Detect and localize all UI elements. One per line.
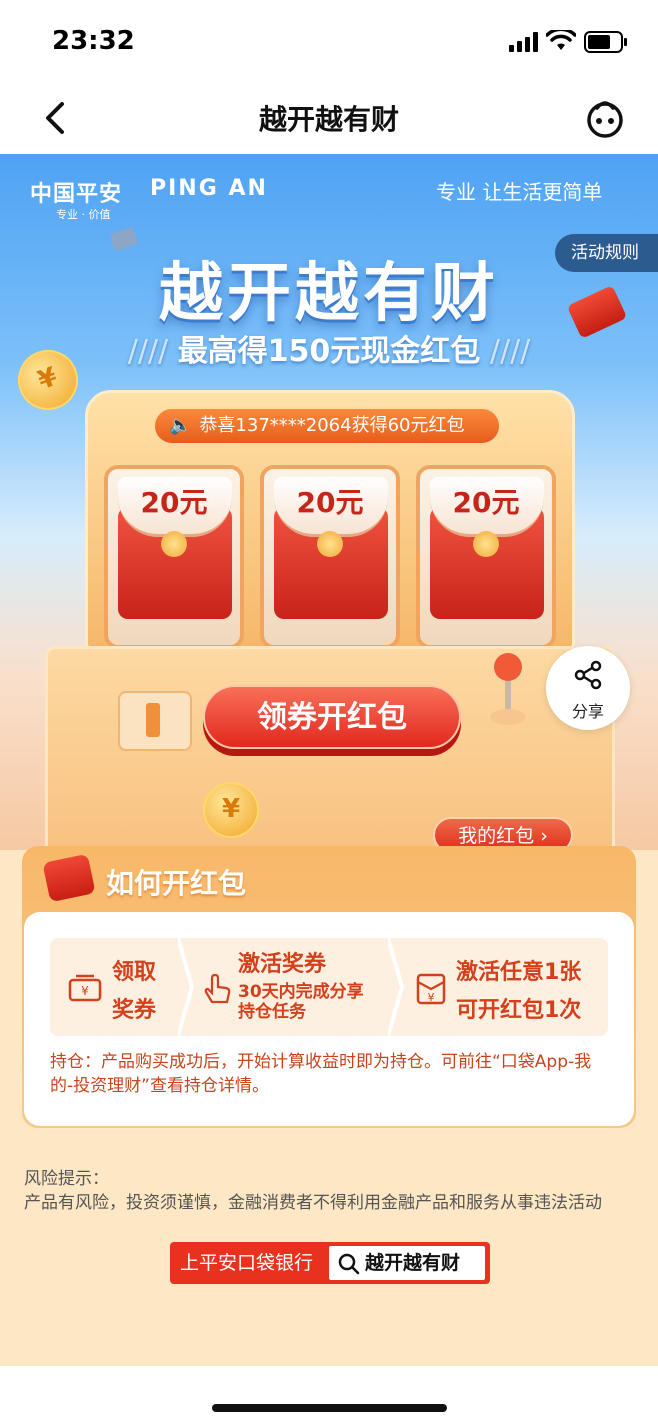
step-2: 激活奖券 30天内完成分享 持仓任务 [238,946,364,1044]
svg-text:¥: ¥ [81,984,89,998]
step-1-line2: 奖券 [112,998,157,1023]
battery-icon [584,31,627,53]
tap-hand-icon [204,973,231,1004]
decor-slashes-right: //// [480,334,531,369]
share-button[interactable]: 分享 [546,646,630,730]
risk-text: 产品有风险，投资须谨慎，金融消费者不得利用金融产品和服务从事违法活动 [24,1193,602,1213]
campaign-subtitle-text: 最高得150元现金红包 [177,334,481,369]
slot-machine: 🔈 恭喜137****2064获得60元红包 20元 20元 20元 领券开红包… [45,390,615,850]
step-divider [388,938,404,1036]
speaker-icon: 🔈 [169,415,192,436]
status-bar: 23:32 [0,0,658,80]
coin-slot-icon [118,691,192,751]
search-banner-label: 上平安口袋银行 [180,1252,314,1274]
slot-machine-top: 🔈 恭喜137****2064获得60元红包 20元 20元 20元 [85,390,575,650]
hero-banner: 中国平安 PING AN 专业 · 价值 专业 让生活更简单 活动规则 ¥ 越开… [0,154,658,850]
step-divider [178,938,194,1036]
nav-bar: 越开越有财 [0,80,658,154]
envelope-seal-icon [473,531,499,557]
step-1: 领取 奖券 [112,954,156,1024]
steps-bar: ¥ 领取 奖券 激活奖券 30天内完成分享 持仓任务 ¥ 激活任意1张 可开红包… [50,938,608,1036]
envelope-yen-icon: ¥ [416,973,446,1005]
red-packet-icon [42,853,96,903]
envelope-seal-icon [161,531,187,557]
envelope-seal-icon [317,531,343,557]
brand-logo-cn: 中国平安 [30,182,123,207]
cellular-signal-icon [509,32,538,52]
risk-title: 风险提示： [24,1169,109,1189]
ticket-icon: ¥ [68,974,102,1002]
status-time: 23:32 [52,26,135,56]
reel-amount: 20元 [296,486,364,519]
search-icon [338,1253,360,1275]
reel-amount: 20元 [452,486,520,519]
step-2-desc2: 持仓任务 [238,1002,306,1022]
step-3: 激活任意1张 可开红包1次 [456,954,581,1052]
search-banner[interactable]: 上平安口袋银行 越开越有财 [170,1242,490,1284]
brand-slogan: 专业 让生活更简单 [436,180,603,204]
wifi-icon [546,30,576,50]
campaign-title: 越开越有财 [159,257,499,331]
search-query: 越开越有财 [365,1252,461,1274]
step-3-line1: 激活任意1张 [456,960,582,985]
holding-note: 持仓：产品购买成功后，开始计算收益时即为持仓。可前往“口袋App-我的-投资理财… [50,1052,592,1096]
winner-notice-bar: 🔈 恭喜137****2064获得60元红包 [153,407,501,445]
winner-notice-text: 恭喜137****2064获得60元红包 [199,415,465,436]
slot-reel-2: 20元 [260,465,400,649]
step-2-title: 激活奖券 [238,952,327,977]
how-to-title: 如何开红包 [106,867,247,900]
customer-service-icon[interactable] [583,96,627,140]
open-red-packet-button[interactable]: 领券开红包 [203,685,461,749]
brand-tagline: 专业 · 价值 [56,208,111,221]
brand-logo-en: PING AN [150,176,268,201]
page-title: 越开越有财 [258,103,399,136]
yen-coin-icon: ¥ [203,782,259,838]
how-to-section: 如何开红包 ¥ 领取 奖券 激活奖券 30天内完成分享 持仓任务 ¥ 激活任意1… [22,846,636,1128]
search-box[interactable]: 越开越有财 [329,1246,485,1280]
share-label: 分享 [571,702,604,721]
slot-reel-3: 20元 [416,465,556,649]
step-1-line1: 领取 [112,960,157,985]
reel-amount: 20元 [140,486,208,519]
step-3-line2: 可开红包1次 [456,998,582,1023]
joystick-icon [490,653,526,725]
how-to-card: ¥ 领取 奖券 激活奖券 30天内完成分享 持仓任务 ¥ 激活任意1张 可开红包… [24,912,634,1126]
home-indicator[interactable] [212,1404,447,1412]
share-icon [574,660,602,690]
bottom-safe-area [0,1366,658,1424]
slot-reel-1: 20元 [104,465,244,649]
campaign-subtitle: //// 最高得150元现金红包 //// [0,326,658,370]
step-2-desc1: 30天内完成分享 [238,982,364,1002]
decor-slashes-left: //// [127,334,178,369]
slot-machine-base: 领券开红包 我的红包 › [45,646,615,850]
svg-text:¥: ¥ [428,991,435,1004]
